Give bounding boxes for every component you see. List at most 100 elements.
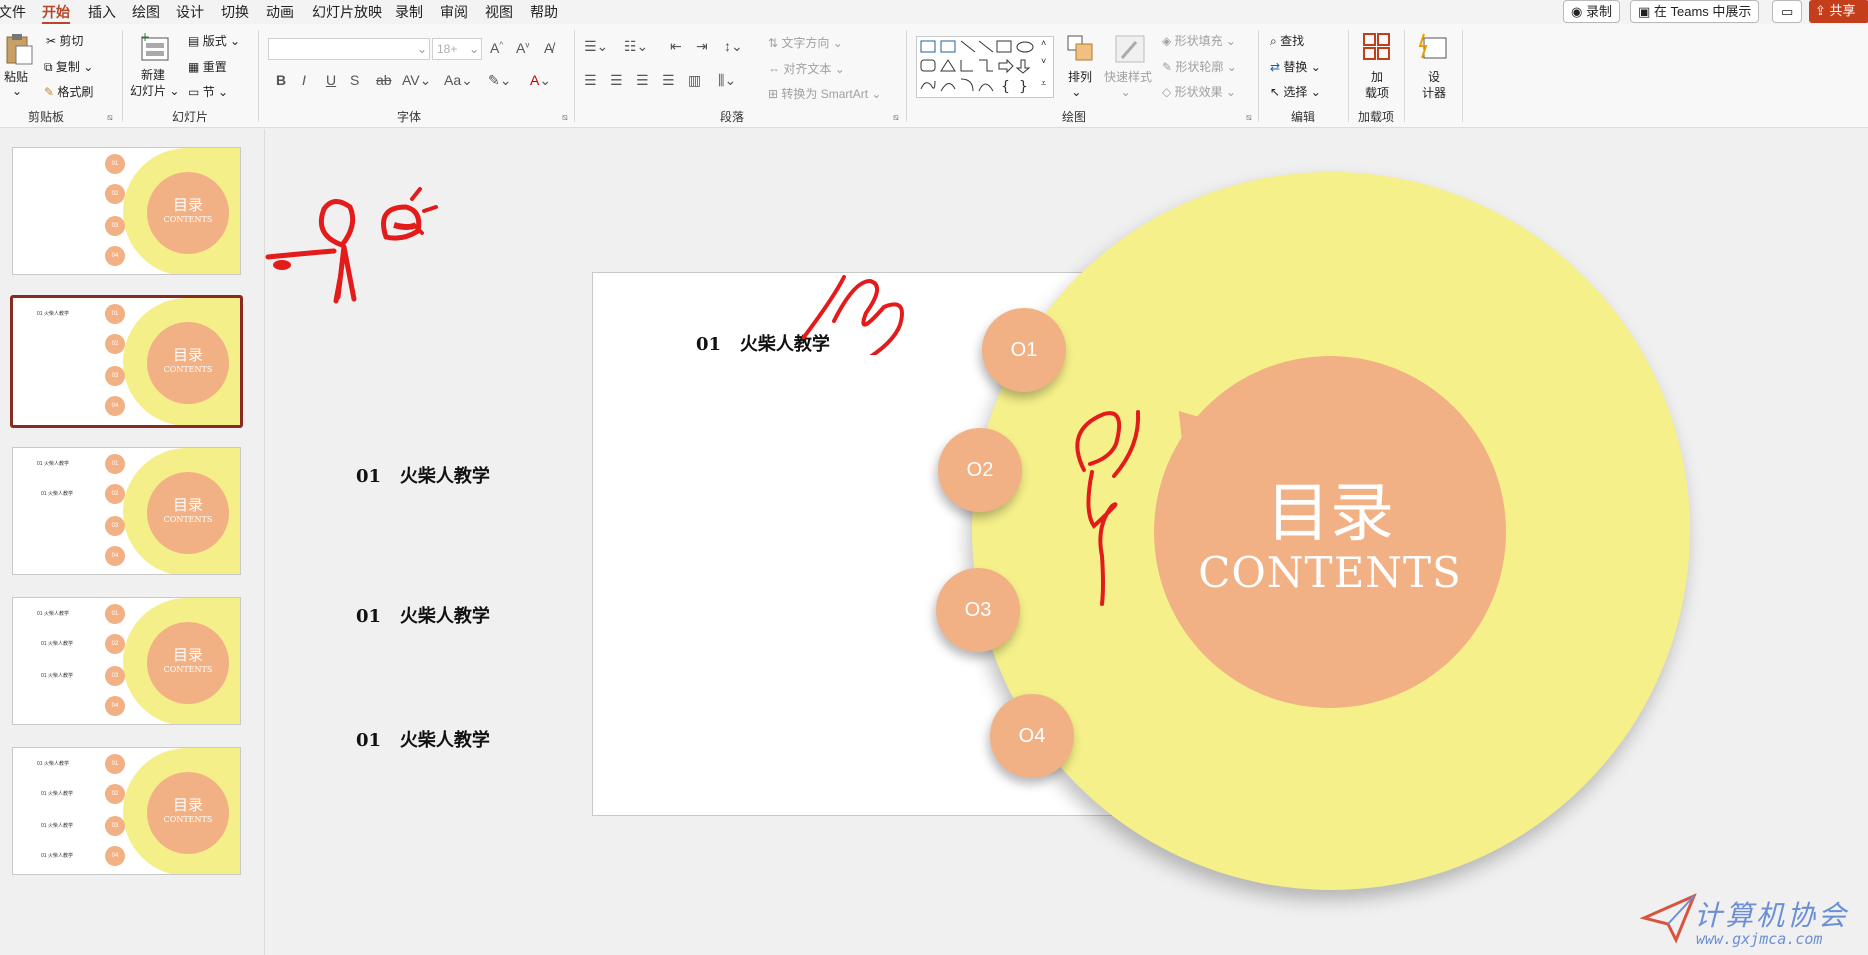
svg-text:{: {	[1001, 79, 1010, 95]
scroll-up-icon[interactable]: ˄	[1041, 38, 1046, 48]
strikethrough-icon[interactable]: ab	[376, 72, 392, 88]
menu-help[interactable]: 帮助	[530, 2, 558, 22]
menu-slideshow[interactable]: 幻灯片放映	[312, 2, 382, 22]
copy-button[interactable]: ⧉ 复制 ⌄	[44, 58, 93, 75]
increase-indent-icon[interactable]: ⇥	[696, 38, 708, 55]
gallery-more-icon[interactable]: ⩡	[1041, 78, 1046, 89]
cut-button[interactable]: ✂ 剪切	[46, 32, 83, 49]
menu-file[interactable]: 文件	[0, 2, 26, 22]
font-color-icon[interactable]: A⌄	[530, 72, 551, 89]
slide-thumbnail[interactable]: 目录 CONTENTS 01 02 03 04 01 火柴人教学 01 火柴人教学…	[12, 597, 241, 725]
shape-fill-button[interactable]: ◈ 形状填充 ⌄	[1162, 32, 1236, 49]
decrease-font-icon[interactable]: Av	[516, 40, 529, 56]
slide-thumbnail-selected[interactable]: 目录 CONTENTS 01 02 03 04 01 火柴人教学	[10, 295, 243, 428]
ink-stickman-drawing[interactable]	[260, 185, 460, 325]
columns-icon[interactable]: ⫼⌄	[718, 72, 736, 89]
align-center-icon[interactable]: ☰	[610, 72, 623, 89]
decrease-indent-icon[interactable]: ⇤	[670, 38, 682, 55]
ink-figure-drawing[interactable]	[1070, 400, 1180, 610]
replace-button[interactable]: ⇄ 替换 ⌄	[1270, 58, 1321, 75]
menu-insert[interactable]: 插入	[88, 2, 116, 22]
menu-design[interactable]: 设计	[176, 2, 204, 22]
addins-icon[interactable]	[1362, 32, 1392, 62]
number-circle-1[interactable]: O1	[982, 308, 1066, 392]
menu-animations[interactable]: 动画	[266, 2, 294, 22]
replace-icon: ⇄	[1270, 60, 1281, 74]
font-name-combo[interactable]: ⌄	[268, 38, 430, 60]
slide-thumbnail[interactable]: 目录 CONTENTS 01 02 03 04 01 火柴人教学 01 火柴人教学…	[12, 747, 241, 875]
char-spacing-icon[interactable]: AV⌄	[402, 72, 431, 89]
layout-button[interactable]: ▤ 版式 ⌄	[188, 32, 240, 49]
shapes-gallery[interactable]: { }	[916, 36, 1054, 98]
clear-format-icon[interactable]: A̸	[544, 40, 553, 56]
shape-outline-button[interactable]: ✎ 形状轮廓 ⌄	[1162, 58, 1237, 75]
increase-font-icon[interactable]: A^	[490, 40, 503, 56]
slide-item-2[interactable]: 01 火柴人教学	[356, 462, 490, 488]
record-button[interactable]: ◉ 录制	[1563, 0, 1620, 23]
new-slide-label2[interactable]: 幻灯片 ⌄	[130, 82, 179, 99]
find-button[interactable]: ⌕ 查找	[1270, 32, 1304, 49]
align-left-icon[interactable]: ☰	[584, 72, 597, 89]
arrange-label[interactable]: 排列 ⌄	[1068, 68, 1092, 99]
quick-styles-icon[interactable]	[1114, 34, 1146, 64]
format-painter-button[interactable]: ✎ 格式刷	[44, 83, 93, 100]
shadow-icon[interactable]: S	[350, 72, 359, 88]
menu-view[interactable]: 视图	[485, 2, 513, 22]
menu-review[interactable]: 审阅	[440, 2, 468, 22]
number-circle-4[interactable]: O4	[990, 694, 1074, 778]
highlight-icon[interactable]: ✎⌄	[488, 72, 511, 89]
slide-thumbnail[interactable]: 目录 CONTENTS 01 02 03 04	[12, 147, 241, 275]
bullets-icon[interactable]: ☰⌄	[584, 38, 608, 55]
distributed-icon[interactable]: ▥	[688, 72, 701, 89]
new-slide-icon[interactable]: +	[140, 32, 172, 62]
paragraph-group-label: 段落	[720, 110, 745, 124]
contents-title[interactable]: 目录	[1154, 462, 1506, 554]
slide-thumbnail-pane[interactable]: 目录 CONTENTS 01 02 03 04 目录 CONTENTS 01 02 …	[0, 129, 265, 955]
comments-button[interactable]: ▭	[1772, 0, 1802, 23]
reset-button[interactable]: ▦ 重置	[188, 58, 227, 75]
smartart-button[interactable]: ⊞ 转换为 SmartArt ⌄	[768, 85, 881, 102]
slide-thumbnail[interactable]: 目录 CONTENTS 01 02 03 04 01 火柴人教学 01 火柴人教学	[12, 447, 241, 575]
slide-item-4[interactable]: 01 火柴人教学	[356, 726, 490, 752]
align-text-button[interactable]: ⇔ 对齐文本 ⌄	[768, 60, 845, 77]
menu-home[interactable]: 开始	[42, 2, 70, 25]
share-button[interactable]: ⇪ 共享	[1809, 0, 1868, 23]
justify-icon[interactable]: ☰	[662, 72, 675, 89]
paragraph-dialog-launcher-icon[interactable]: ⧅	[893, 112, 899, 123]
menu-record[interactable]: 录制	[395, 2, 423, 22]
number-circle-2[interactable]: O2	[938, 428, 1022, 512]
designer-icon[interactable]	[1418, 32, 1448, 62]
slide-item-3[interactable]: 01 火柴人教学	[356, 602, 490, 628]
paste-dropdown-icon[interactable]: ⌄	[12, 84, 22, 98]
paste-icon[interactable]	[4, 32, 34, 66]
search-icon: ⌕	[1270, 34, 1277, 48]
teams-present-button[interactable]: ▣ 在 Teams 中展示	[1630, 0, 1760, 23]
watermark-name: 计算机协会	[1694, 899, 1850, 932]
text-direction-button[interactable]: ⇅ 文字方向 ⌄	[768, 34, 843, 51]
arrange-icon[interactable]	[1066, 34, 1096, 64]
menu-draw[interactable]: 绘图	[132, 2, 160, 22]
scroll-down-icon[interactable]: ˅	[1041, 56, 1046, 66]
font-dialog-launcher-icon[interactable]: ⧅	[562, 112, 568, 123]
number-circle-3[interactable]: O3	[936, 568, 1020, 652]
clipboard-group-label: 剪贴板	[28, 110, 65, 124]
bold-icon[interactable]: B	[276, 72, 286, 88]
dialog-launcher-icon[interactable]: ⧅	[107, 112, 113, 123]
numbering-icon[interactable]: ☷⌄	[624, 38, 648, 55]
shapes-icon[interactable]: { }	[917, 37, 1041, 97]
contents-subtitle[interactable]: CONTENTS	[1154, 548, 1506, 597]
thumb-title-circle: 目录 CONTENTS	[147, 472, 229, 554]
align-right-icon[interactable]: ☰	[636, 72, 649, 89]
shape-effects-button[interactable]: ◇ 形状效果 ⌄	[1162, 83, 1236, 100]
ink-scribble-drawing[interactable]	[800, 265, 940, 355]
section-button[interactable]: ▭ 节 ⌄	[188, 83, 228, 100]
font-size-combo[interactable]: 18+ ⌄	[432, 38, 482, 60]
change-case-icon[interactable]: Aa⌄	[444, 72, 473, 89]
drawing-dialog-launcher-icon[interactable]: ⧅	[1246, 112, 1252, 123]
italic-icon[interactable]: I	[302, 72, 306, 88]
quick-styles-label[interactable]: 快速样式 ⌄	[1104, 68, 1152, 99]
menu-transitions[interactable]: 切换	[221, 2, 249, 22]
line-spacing-icon[interactable]: ↕⌄	[724, 38, 743, 55]
select-button[interactable]: ↖ 选择 ⌄	[1270, 83, 1321, 100]
underline-icon[interactable]: U	[326, 72, 336, 88]
